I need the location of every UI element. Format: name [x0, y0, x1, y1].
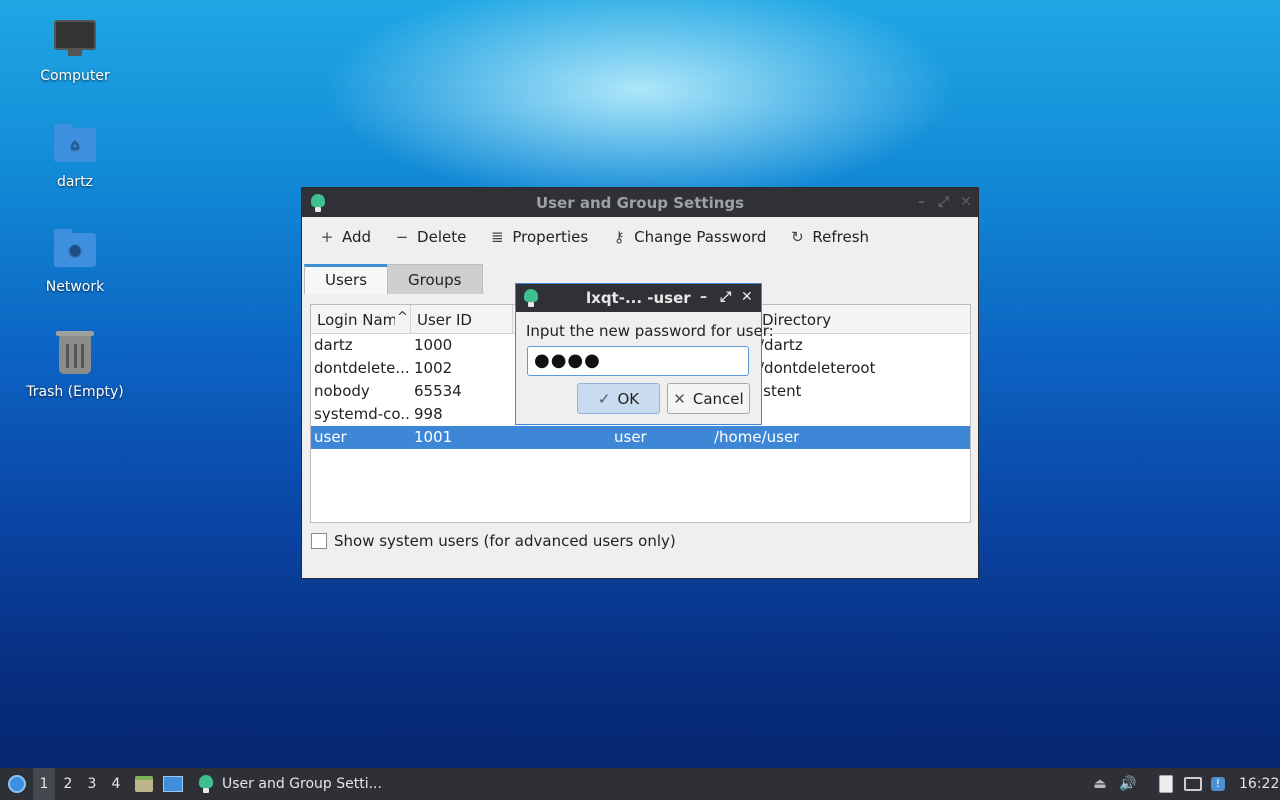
start-menu-icon — [8, 775, 26, 793]
cell-login: systemd-co... — [314, 405, 409, 423]
show-desktop-icon — [163, 776, 183, 792]
column-header-user-id[interactable]: User ID — [411, 305, 513, 334]
plus-icon: + — [320, 228, 334, 246]
show-system-users-label: Show system users (for advanced users on… — [334, 532, 676, 550]
add-button[interactable]: + Add — [320, 228, 371, 246]
desktop-icon-computer[interactable]: Computer — [15, 14, 135, 84]
task-title: User and Group Setti... — [222, 776, 382, 792]
trash-icon — [51, 330, 99, 378]
cell-directory: istent — [759, 382, 802, 400]
start-menu-button[interactable] — [6, 768, 28, 800]
network-tray-icon[interactable] — [1182, 768, 1204, 800]
dialog-title: lxqt-... -user — [586, 289, 691, 307]
cell-uid: 65534 — [414, 382, 462, 400]
check-icon: ✓ — [597, 389, 611, 408]
cancel-label: Cancel — [692, 389, 744, 408]
update-notifier-icon[interactable]: ! — [1209, 768, 1227, 800]
dialog-titlebar[interactable]: lxqt-... -user – ⤢ ✕ — [516, 284, 761, 312]
task-user-group-settings[interactable]: User and Group Setti... — [192, 768, 382, 800]
home-folder-icon: ⌂ — [51, 120, 99, 168]
cell-uid: 998 — [414, 405, 443, 423]
maximize-icon[interactable]: ⤢ — [720, 289, 731, 305]
tab-users[interactable]: Users — [304, 264, 389, 294]
ok-label: OK — [617, 389, 640, 408]
clipboard-icon[interactable] — [1156, 768, 1176, 800]
show-desktop-launcher[interactable] — [162, 768, 184, 800]
taskbar: 1 2 3 4 User and Group Setti... ⏏ 🔊 ! 16… — [0, 768, 1280, 800]
password-dialog: lxqt-... -user – ⤢ ✕ Input the new passw… — [515, 283, 774, 425]
file-manager-icon — [135, 776, 153, 792]
minus-icon: − — [395, 228, 409, 246]
cancel-x-icon: ✕ — [673, 389, 686, 408]
delete-button[interactable]: − Delete — [395, 228, 467, 246]
file-manager-launcher[interactable] — [134, 768, 154, 800]
desktop-icon-label: Trash (Empty) — [26, 384, 124, 400]
cell-group: user — [614, 428, 647, 446]
desktop-icon-home[interactable]: ⌂ dartz — [15, 120, 135, 190]
ok-button[interactable]: ✓ OK — [577, 383, 660, 414]
key-icon: ⚷ — [613, 228, 625, 246]
desktop-icon-network[interactable]: ● Network — [15, 225, 135, 295]
change-password-button[interactable]: ⚷ Change Password — [612, 228, 767, 246]
sort-ascending-icon: ^ — [395, 310, 408, 325]
window-titlebar[interactable]: User and Group Settings – ⤢ ✕ — [302, 188, 978, 217]
desktop-icon-label: Computer — [40, 68, 110, 84]
refresh-icon: ↻ — [791, 228, 804, 246]
desktop-switch-1[interactable]: 1 — [33, 768, 55, 800]
computer-icon — [51, 14, 99, 62]
toolbar: + Add − Delete ≣ Properties ⚷ Change Pas… — [320, 228, 893, 246]
eject-icon[interactable]: ⏏ — [1091, 768, 1109, 800]
desktop-switch-2[interactable]: 2 — [57, 768, 79, 800]
network-folder-icon: ● — [51, 225, 99, 273]
cell-login: user — [314, 428, 347, 446]
change-password-label: Change Password — [634, 228, 767, 246]
show-system-users-checkbox[interactable] — [311, 533, 327, 549]
refresh-button[interactable]: ↻ Refresh — [790, 228, 869, 246]
desktop-icon-label: dartz — [56, 174, 94, 190]
desktop-switch-3[interactable]: 3 — [81, 768, 103, 800]
close-icon[interactable]: ✕ — [960, 194, 972, 210]
tab-bar: Users Groups — [304, 264, 483, 294]
password-input[interactable]: ●●●● — [527, 346, 749, 376]
cancel-button[interactable]: ✕ Cancel — [667, 383, 750, 414]
cell-uid: 1001 — [414, 428, 453, 446]
volume-icon[interactable]: 🔊 — [1118, 768, 1138, 800]
cell-directory: /home/user — [714, 428, 800, 446]
clock[interactable]: 16:22 — [1239, 768, 1279, 800]
cell-login: nobody — [314, 382, 370, 400]
properties-button[interactable]: ≣ Properties — [490, 228, 588, 246]
window-title: User and Group Settings — [535, 194, 745, 212]
close-icon[interactable]: ✕ — [741, 289, 753, 305]
refresh-label: Refresh — [812, 228, 870, 246]
cell-login: dontdelete... — [314, 359, 409, 377]
list-icon: ≣ — [491, 228, 504, 246]
column-header-directory[interactable]: Directory — [756, 305, 971, 334]
desktop-icon-trash[interactable]: Trash (Empty) — [15, 330, 135, 400]
table-row-selected[interactable]: user 1001 user /home/user — [311, 426, 970, 449]
minimize-icon[interactable]: – — [700, 289, 707, 305]
tab-groups[interactable]: Groups — [387, 264, 483, 294]
maximize-icon[interactable]: ⤢ — [938, 194, 949, 210]
cell-login: dartz — [314, 336, 353, 354]
properties-label: Properties — [512, 228, 589, 246]
password-prompt: Input the new password for user: — [526, 322, 774, 340]
desktop-switch-4[interactable]: 4 — [105, 768, 127, 800]
delete-label: Delete — [417, 228, 467, 246]
desktop-icon-label: Network — [45, 279, 105, 295]
cell-directory: /dontdeleteroot — [759, 359, 876, 377]
app-icon — [198, 775, 214, 793]
cell-uid: 1000 — [414, 336, 453, 354]
minimize-icon[interactable]: – — [918, 194, 925, 210]
show-system-users-option[interactable]: Show system users (for advanced users on… — [311, 532, 676, 550]
add-label: Add — [342, 228, 372, 246]
app-icon — [523, 289, 539, 307]
cell-uid: 1002 — [414, 359, 453, 377]
